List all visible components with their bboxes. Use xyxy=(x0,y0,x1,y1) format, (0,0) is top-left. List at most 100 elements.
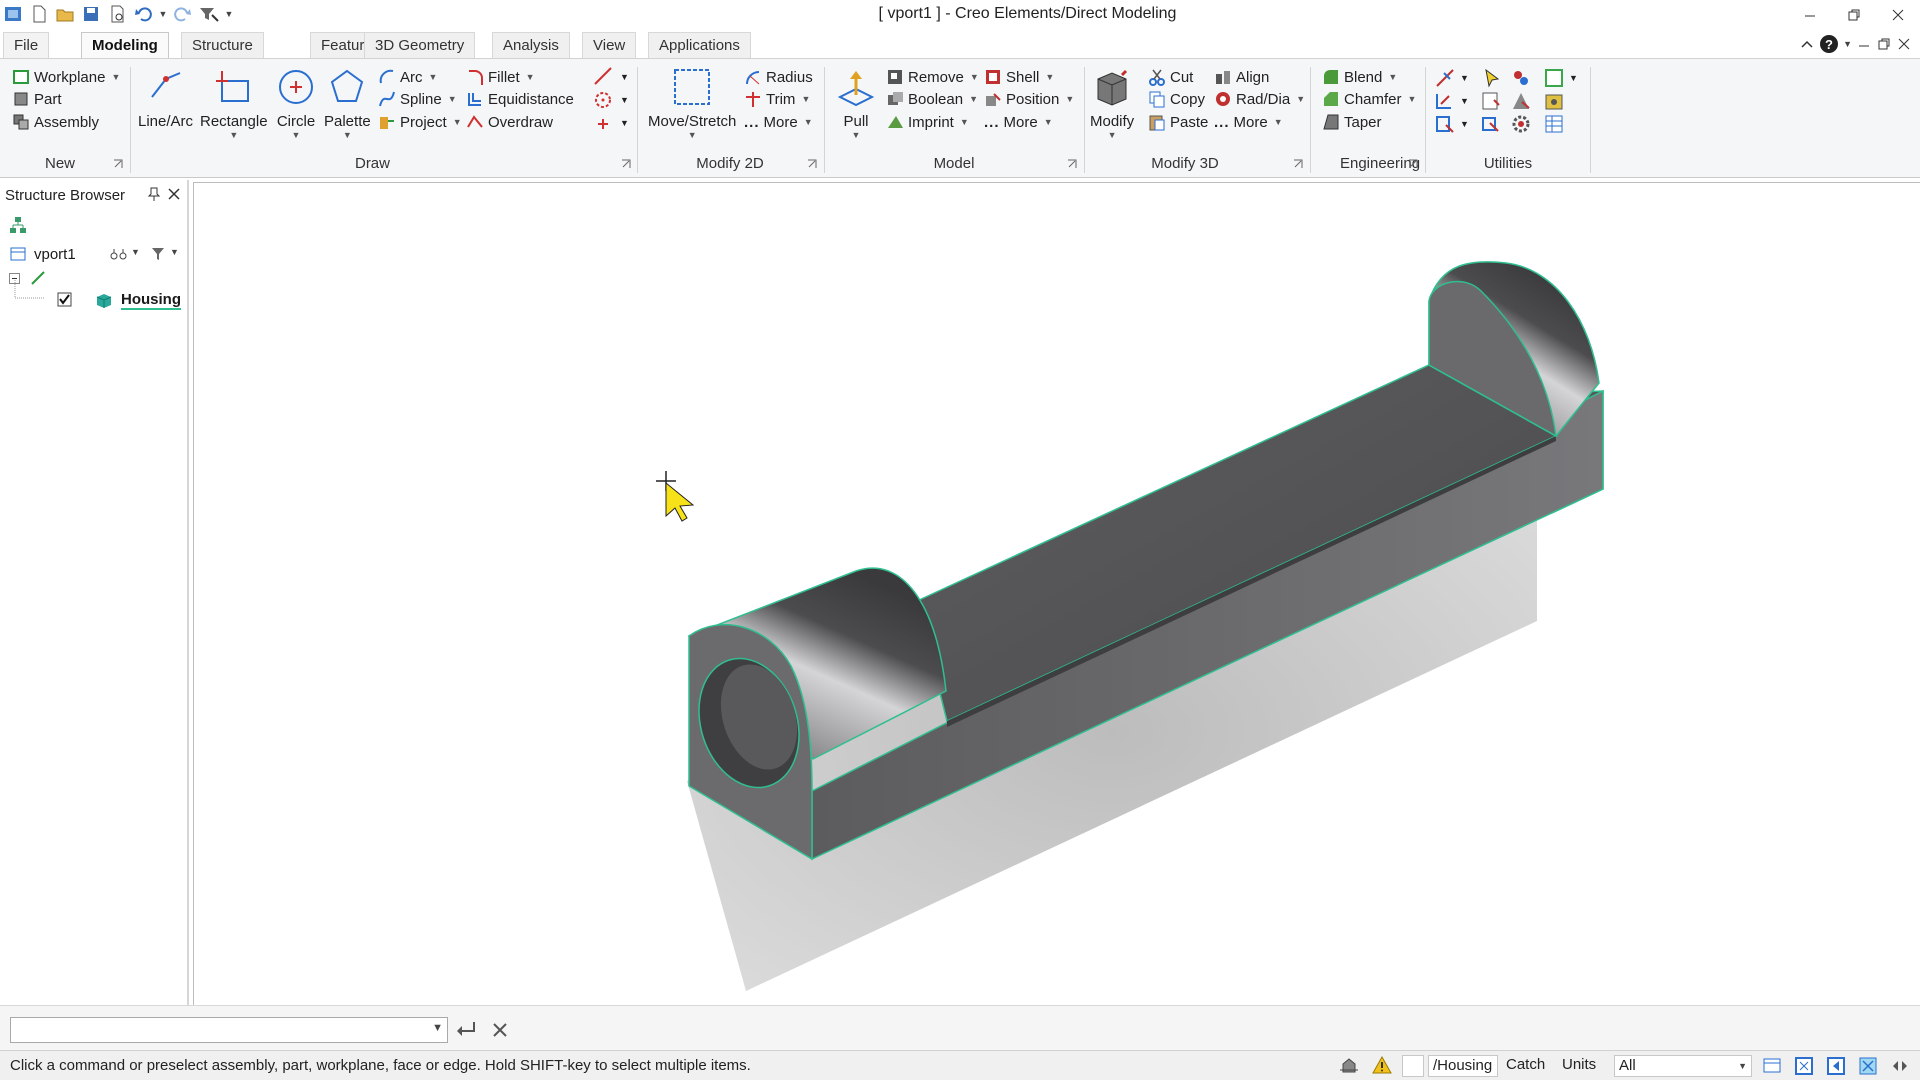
line-arc-button[interactable]: Line/Arc xyxy=(138,67,193,130)
properties-icon[interactable] xyxy=(1480,90,1502,112)
assembly-button[interactable]: Assembly xyxy=(12,111,99,133)
blend-button[interactable]: Blend ▼ xyxy=(1322,66,1397,88)
dimension-icon[interactable] xyxy=(1434,90,1456,112)
pull-button[interactable]: Pull ▼ xyxy=(836,67,876,140)
viewport-selector[interactable]: vport1 ▼ ▼ xyxy=(0,240,187,268)
new-group-launcher-icon[interactable] xyxy=(112,158,124,170)
copy-button[interactable]: Copy xyxy=(1148,88,1205,110)
chamfer-button[interactable]: Chamfer ▼ xyxy=(1322,88,1416,110)
pin-icon[interactable] xyxy=(146,186,162,202)
doc-minimize-icon[interactable] xyxy=(1856,36,1872,52)
find-dropdown-icon[interactable]: ▼ xyxy=(131,247,140,257)
settings-gear-icon[interactable] xyxy=(1510,113,1532,135)
scroll-arrows-icon[interactable] xyxy=(1890,1056,1910,1076)
tab-modeling[interactable]: Modeling xyxy=(81,32,169,60)
dimension-dropdown-icon[interactable]: ▼ xyxy=(1460,90,1469,112)
doc-close-icon[interactable] xyxy=(1896,36,1912,52)
enter-command-icon[interactable] xyxy=(454,1019,480,1041)
circle-button[interactable]: Circle ▼ xyxy=(276,67,316,140)
move-stretch-button[interactable]: Move/Stretch ▼ xyxy=(648,67,736,140)
restore-icon[interactable] xyxy=(1832,0,1876,30)
imprint-button[interactable]: Imprint ▼ xyxy=(886,111,969,133)
construction-point-dropdown-icon[interactable]: ▼ xyxy=(620,112,629,134)
units-button[interactable]: Units xyxy=(1562,1055,1596,1077)
construction-circle-icon[interactable] xyxy=(592,89,614,111)
toolbox-icon[interactable] xyxy=(1543,90,1565,112)
check-tool-icon[interactable] xyxy=(1510,90,1532,112)
position-button[interactable]: Position ▼ xyxy=(984,88,1074,110)
help-icon[interactable]: ? xyxy=(1819,34,1839,54)
doc-restore-icon[interactable] xyxy=(1876,36,1892,52)
draw-group-launcher-icon[interactable] xyxy=(620,158,632,170)
cut-button[interactable]: Cut xyxy=(1148,66,1193,88)
fillet-button[interactable]: Fillet ▼ xyxy=(466,66,535,88)
transform-icon[interactable] xyxy=(1480,113,1502,135)
tab-structure[interactable]: Structure xyxy=(181,32,264,59)
overdraw-button[interactable]: Overdraw xyxy=(466,111,553,133)
palette-button[interactable]: Palette ▼ xyxy=(324,67,371,140)
visibility-checkbox-icon[interactable] xyxy=(57,292,73,308)
tab-view[interactable]: View xyxy=(582,32,637,59)
measure-dropdown-icon[interactable]: ▼ xyxy=(1460,67,1469,89)
report-dropdown-icon[interactable]: ▼ xyxy=(1460,113,1469,135)
rectangle-button[interactable]: Rectangle ▼ xyxy=(200,67,268,140)
select-icon[interactable] xyxy=(1480,67,1502,89)
display-mode-icon[interactable] xyxy=(1338,1056,1360,1076)
tab-applications[interactable]: Applications xyxy=(648,32,751,59)
filter-icon[interactable] xyxy=(150,246,166,262)
table-icon[interactable] xyxy=(1543,113,1565,135)
selection-filter-select[interactable]: All ▼ xyxy=(1614,1055,1752,1077)
boolean-button[interactable]: Boolean ▼ xyxy=(886,88,978,110)
window-frame-icon[interactable] xyxy=(1543,67,1565,89)
fit-view-icon[interactable] xyxy=(1794,1056,1814,1076)
taper-button[interactable]: Taper xyxy=(1322,111,1382,133)
construction-circle-dropdown-icon[interactable]: ▼ xyxy=(620,89,629,111)
collapse-ribbon-icon[interactable] xyxy=(1799,36,1815,52)
construction-line-dropdown-icon[interactable]: ▼ xyxy=(620,66,629,88)
paste-button[interactable]: Paste xyxy=(1148,111,1208,133)
modify3d-more-button[interactable]: ... More ▼ xyxy=(1214,111,1283,133)
engineering-group-launcher-icon[interactable] xyxy=(1407,158,1419,170)
window-frame-dropdown-icon[interactable]: ▼ xyxy=(1569,67,1578,89)
modify2d-more-button[interactable]: ... More ▼ xyxy=(744,111,813,133)
project-button[interactable]: Project ▼ xyxy=(378,111,462,133)
command-history-dropdown-icon[interactable]: ▼ xyxy=(432,1022,443,1034)
measure-icon[interactable] xyxy=(1434,67,1456,89)
command-input[interactable]: ▼ xyxy=(10,1017,448,1043)
viewport-layout-icon[interactable] xyxy=(1762,1056,1782,1076)
modify3d-group-launcher-icon[interactable] xyxy=(1292,158,1304,170)
equidistance-button[interactable]: Equidistance xyxy=(466,88,574,110)
workplane-button[interactable]: Workplane ▼ xyxy=(12,66,120,88)
modify2d-group-launcher-icon[interactable] xyxy=(806,158,818,170)
catch-button[interactable]: Catch xyxy=(1506,1055,1545,1077)
color-settings-icon[interactable] xyxy=(1510,67,1532,89)
rad-dia-button[interactable]: Rad/Dia ▼ xyxy=(1214,88,1305,110)
tab-analysis[interactable]: Analysis xyxy=(492,32,570,59)
spline-button[interactable]: Spline ▼ xyxy=(378,88,457,110)
construction-point-icon[interactable] xyxy=(592,113,614,135)
part-button[interactable]: Part xyxy=(12,88,62,110)
binoculars-icon[interactable] xyxy=(110,247,128,261)
zoom-all-icon[interactable] xyxy=(1858,1056,1878,1076)
remove-button[interactable]: Remove ▼ xyxy=(886,66,979,88)
align-button[interactable]: Align xyxy=(1214,66,1269,88)
model-group-launcher-icon[interactable] xyxy=(1066,158,1078,170)
tree-item-housing[interactable]: Housing xyxy=(121,291,181,310)
radius-button[interactable]: Radius xyxy=(744,66,813,88)
minimize-icon[interactable] xyxy=(1788,0,1832,30)
tab-3d-geometry[interactable]: 3D Geometry xyxy=(364,32,476,59)
trim-button[interactable]: Trim ▼ xyxy=(744,88,810,110)
close-icon[interactable] xyxy=(1876,0,1920,30)
arc-button[interactable]: Arc ▼ xyxy=(378,66,437,88)
construction-line-icon[interactable] xyxy=(592,65,614,87)
modify-button[interactable]: Modify ▼ xyxy=(1090,67,1134,140)
shell-button[interactable]: Shell ▼ xyxy=(984,66,1054,88)
tree-view-icon[interactable] xyxy=(8,215,28,235)
housing-part-model[interactable] xyxy=(194,183,1920,1006)
current-part-field[interactable]: /Housing xyxy=(1428,1055,1498,1077)
report-icon[interactable] xyxy=(1434,113,1456,135)
tab-file[interactable]: File xyxy=(3,32,50,59)
model-more-button[interactable]: ... More ▼ xyxy=(984,111,1053,133)
panel-close-icon[interactable] xyxy=(166,186,182,202)
cancel-command-icon[interactable] xyxy=(490,1020,510,1040)
